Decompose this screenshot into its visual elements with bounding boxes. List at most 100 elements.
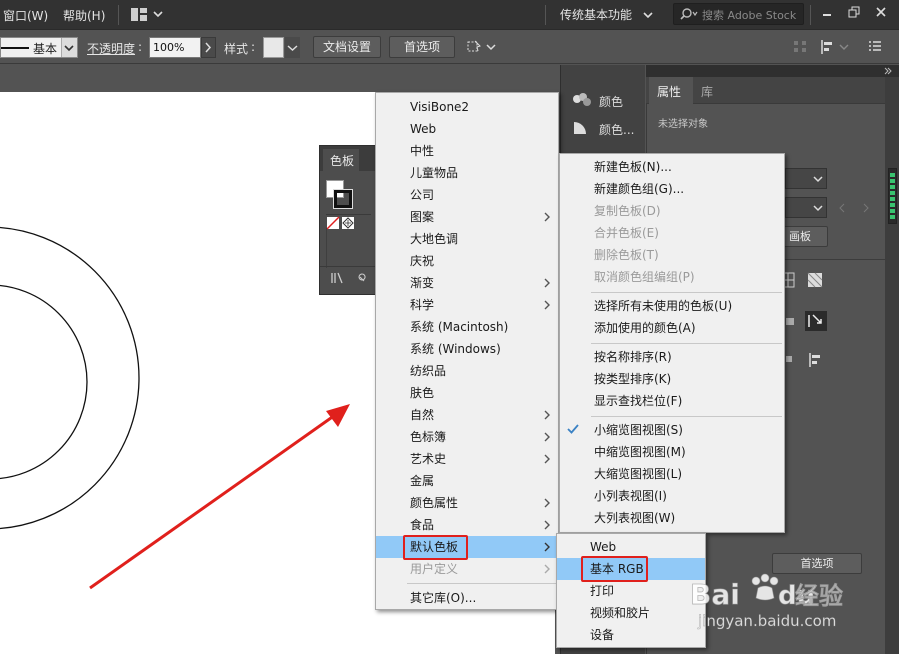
menu-item-checked[interactable]: 小缩览图视图(S) [560,419,784,441]
menu-item[interactable]: 系统 (Windows) [376,338,558,360]
opacity-label[interactable]: 不透明度 [87,40,135,57]
menu-item-other-library[interactable]: 其它库(O)... [376,587,558,609]
tab-swatches[interactable]: 色板 [323,149,359,171]
menu-item[interactable]: 自然 [376,404,558,426]
search-icon [680,8,698,20]
tab-properties[interactable]: 属性 [657,83,681,100]
swatch-library-menu: VisiBone2 Web 中性 儿童物品 公司 图案 大地色调 庆祝 渐变 科… [375,92,559,610]
menu-item[interactable]: 小列表视图(I) [560,485,784,507]
submenu-item[interactable]: Web [557,536,705,558]
dock-color[interactable]: 颜色 [599,93,623,110]
submenu-item[interactable]: 打印 [557,580,705,602]
menu-item[interactable]: 按类型排序(K) [560,368,784,390]
chevron-right-icon [544,432,550,442]
menu-item[interactable]: 添加使用的颜色(A) [560,317,784,339]
menu-item[interactable]: 图案 [376,206,558,228]
variable-width-profile[interactable]: 基本 [0,37,78,58]
align-icon[interactable] [820,39,852,55]
menu-window[interactable]: 窗口(W) [3,7,48,24]
minimize-button[interactable] [816,3,838,21]
swatches-panel-menu: 新建色板(N)... 新建颜色组(G)... 复制色板(D) 合并色板(E) 删… [559,153,785,533]
menu-item[interactable]: 食品 [376,514,558,536]
menu-item[interactable]: 肤色 [376,382,558,404]
align-options-icons[interactable] [785,351,825,369]
menu-item[interactable]: 显示查找栏位(F) [560,390,784,412]
menu-item[interactable]: Web [376,118,558,140]
menu-item[interactable]: 公司 [376,184,558,206]
chevron-down-icon[interactable] [643,11,653,21]
menu-item[interactable]: 中性 [376,140,558,162]
watermark-url: jingyan.baidu.com [698,612,837,631]
menu-item[interactable]: VisiBone2 [376,96,558,118]
opacity-colon: : [138,40,143,54]
menu-item[interactable]: 大缩览图视图(L) [560,463,784,485]
menu-help[interactable]: 帮助(H) [63,7,105,24]
menu-divider [591,343,782,344]
stroke-profile-label: 基本 [33,42,58,56]
grid-icon[interactable] [793,40,809,54]
chevron-down-icon[interactable] [285,37,300,58]
chevron-right-icon[interactable] [201,37,216,58]
menu-item[interactable]: 中缩览图视图(M) [560,441,784,463]
workspace-switcher[interactable]: 传统基本功能 [560,6,632,23]
menubar-divider [118,5,119,25]
pasteboard [0,65,555,92]
menu-item[interactable]: 儿童物品 [376,162,558,184]
color-guide-icon[interactable] [572,120,590,136]
baidu-watermark: Bai du 经验 jingyan.baidu.com [688,572,853,642]
menu-divider [407,583,556,584]
preferences-button[interactable]: 首选项 [389,36,455,58]
color-icon[interactable] [571,92,593,108]
chevron-right-icon [544,300,550,310]
none-swatch-icon[interactable] [326,216,356,230]
menu-item-disabled: 用户定义 [376,558,558,580]
menu-item-disabled: 复制色板(D) [594,204,661,218]
document-setup-button[interactable]: 文档设置 [313,36,381,58]
chevron-right-icon [544,520,550,530]
menu-item[interactable]: 新建颜色组(G)... [560,178,784,200]
menu-item[interactable]: 系统 (Macintosh) [376,316,558,338]
scrollbar-strip[interactable] [885,77,899,654]
panel-menu-icon[interactable] [868,40,882,52]
menu-item[interactable]: 选择所有未使用的色板(U) [560,295,784,317]
opacity-input[interactable] [149,37,201,58]
select-similar-icon[interactable] [466,38,496,56]
artboard-nav-icons[interactable] [837,203,873,213]
arrange-documents-icon[interactable] [131,8,147,21]
menu-item[interactable]: 渐变 [376,272,558,294]
menu-item[interactable]: 纺织品 [376,360,558,382]
menu-item[interactable]: 色标簿 [376,426,558,448]
tab-libraries[interactable]: 库 [701,83,713,100]
menu-item[interactable]: 艺术史 [376,448,558,470]
menu-item[interactable]: 金属 [376,470,558,492]
swatches-tabbar: 色板 [320,146,377,171]
chevron-right-icon [544,278,550,288]
swatch-libraries-icon[interactable] [330,271,370,285]
menu-item[interactable]: 大列表视图(W) [560,507,784,529]
preferences-panel-button[interactable]: 首选项 [772,553,862,574]
restore-button[interactable] [843,3,865,21]
menu-item[interactable]: 大地色调 [376,228,558,250]
menu-item[interactable]: 新建色板(N)... [560,156,784,178]
close-button[interactable] [870,3,892,21]
chevron-down-icon[interactable] [61,38,77,57]
adobe-stock-search[interactable]: 搜索 Adobe Stock [673,3,804,25]
submenu-item[interactable]: 设备 [557,624,705,646]
expand-icon[interactable] [883,67,893,75]
menu-item[interactable]: 颜色属性 [376,492,558,514]
menu-item[interactable]: 按名称排序(R) [560,346,784,368]
dock-color-guide[interactable]: 颜色... [599,121,634,138]
panel-header [646,65,899,77]
grid-toggle-icons[interactable] [780,271,828,289]
menu-item[interactable]: 科学 [376,294,558,316]
chevron-right-icon [544,212,550,222]
snap-icons[interactable] [784,310,828,332]
chevron-down-icon[interactable] [153,10,163,20]
stroke-swatch[interactable] [333,189,353,209]
units-dropdown[interactable] [785,168,827,189]
submenu-item[interactable]: 视频和胶片 [557,602,705,624]
menu-item[interactable]: 庆祝 [376,250,558,272]
chevron-right-icon [544,410,550,420]
graphic-style-swatch[interactable] [263,37,284,58]
artboard-dropdown[interactable] [785,197,827,218]
